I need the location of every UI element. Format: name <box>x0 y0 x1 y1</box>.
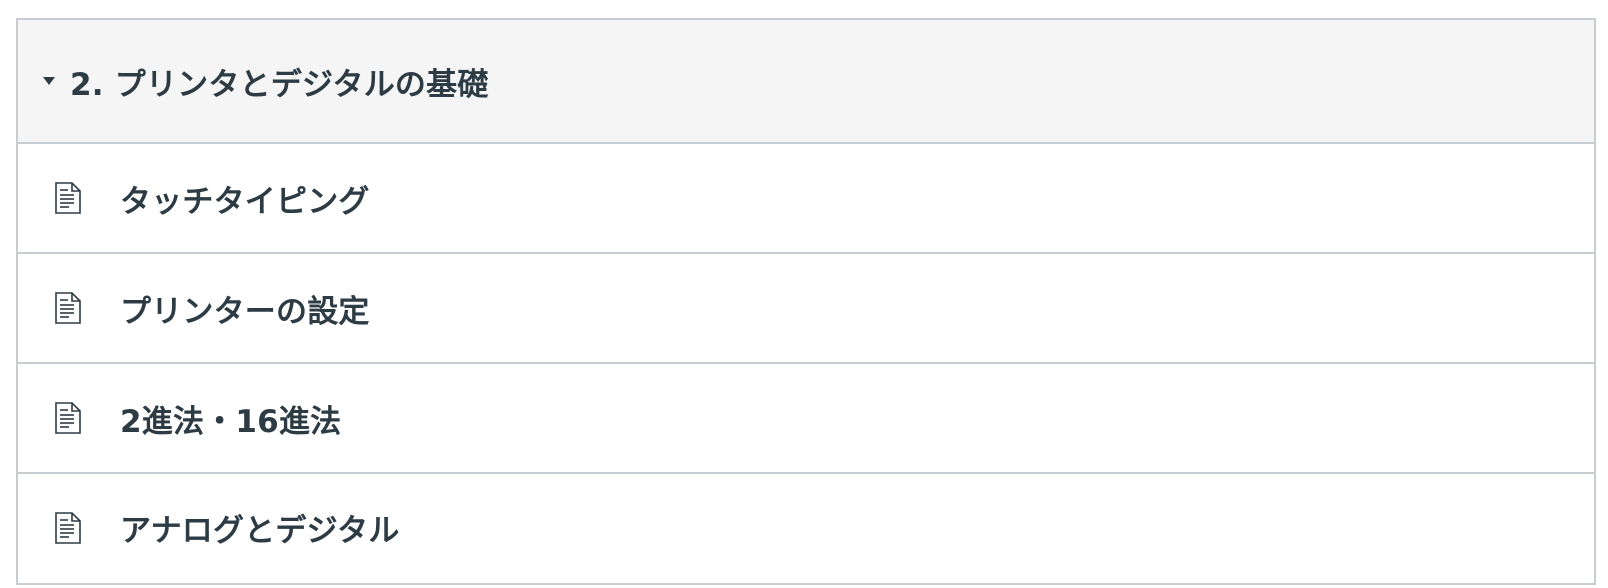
module-item-label[interactable]: プリンターの設定 <box>120 286 370 331</box>
module-item-label[interactable]: アナログとデジタル <box>120 505 400 550</box>
module-item-printer-settings[interactable]: プリンターの設定 <box>18 254 1594 364</box>
document-icon <box>54 511 82 545</box>
module-panel: 2. プリンタとデジタルの基礎 タッチタイピング プリンターの設定 2進法・16… <box>16 18 1596 585</box>
document-icon <box>54 401 82 435</box>
module-item-label[interactable]: タッチタイピング <box>120 176 370 221</box>
module-header[interactable]: 2. プリンタとデジタルの基礎 <box>18 20 1594 144</box>
module-item-label[interactable]: 2進法・16進法 <box>120 396 341 441</box>
caret-down-icon[interactable] <box>40 72 58 90</box>
module-title: 2. プリンタとデジタルの基礎 <box>70 66 489 103</box>
module-item-analog-digital[interactable]: アナログとデジタル <box>18 474 1594 581</box>
module-item-binary-hex[interactable]: 2進法・16進法 <box>18 364 1594 474</box>
module-item-touch-typing[interactable]: タッチタイピング <box>18 144 1594 254</box>
document-icon <box>54 181 82 215</box>
document-icon <box>54 291 82 325</box>
